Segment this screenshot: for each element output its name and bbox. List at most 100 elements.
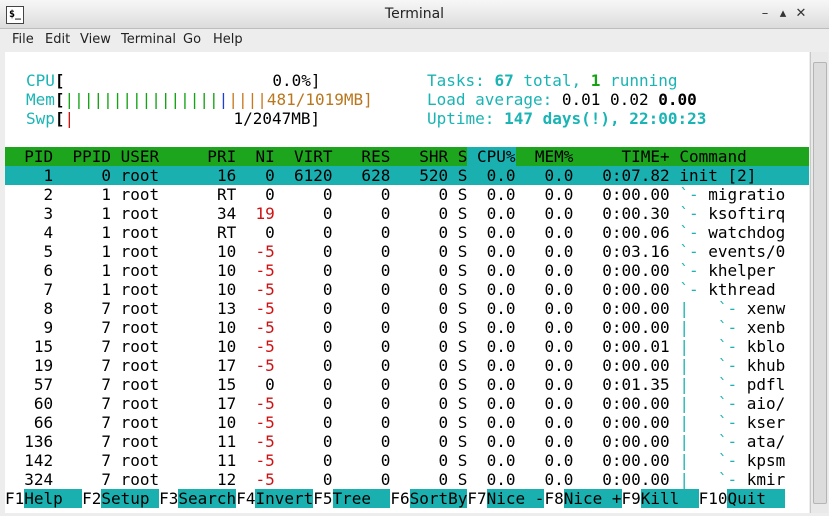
cell-ppid: 7	[53, 470, 111, 489]
fkey-f9[interactable]: F9	[622, 489, 641, 508]
fkey-f5[interactable]: F5	[313, 489, 332, 508]
menu-file[interactable]: File	[12, 32, 34, 47]
cell-shr: 520	[390, 166, 449, 185]
column-header-virt[interactable]: VIRT	[275, 147, 333, 166]
cell-ni: -5	[236, 337, 275, 356]
process-row[interactable]: 4 1 root RT 0 0 0 0 S 0.0 0.0 0:00.06 `-…	[5, 223, 786, 242]
fkey-label-f3[interactable]: Search	[178, 489, 237, 508]
column-header-user[interactable]: USER	[121, 147, 198, 166]
cell-command: pdfl	[746, 375, 786, 394]
cell-cpu: 0.0	[467, 356, 516, 375]
column-header-command[interactable]: Command	[679, 147, 746, 166]
tasks-total: 67	[494, 71, 514, 90]
fkey-f10[interactable]: F10	[699, 489, 728, 508]
process-row[interactable]: 66 7 root 10 -5 0 0 0 S 0.0 0.0 0:00.00 …	[5, 413, 785, 432]
cell-time: 0:00.00	[573, 356, 670, 375]
column-header-time[interactable]: TIME+	[573, 147, 670, 166]
maximize-icon[interactable]: ▴	[775, 6, 791, 22]
cell-pid: 136	[5, 432, 54, 451]
process-row[interactable]: 2 1 root RT 0 0 0 0 S 0.0 0.0 0:00.00 `-…	[5, 185, 786, 204]
column-header-res[interactable]: RES	[333, 147, 390, 166]
cell-time: 0:00.00	[573, 413, 670, 432]
process-row[interactable]: 136 7 root 11 -5 0 0 0 S 0.0 0.0 0:00.00…	[5, 432, 785, 451]
cell-time: 0:07.82	[573, 166, 670, 185]
cell-ppid: 1	[53, 261, 111, 280]
process-row[interactable]: 142 7 root 11 -5 0 0 0 S 0.0 0.0 0:00.00…	[5, 451, 785, 470]
column-header-pid[interactable]: PID	[5, 147, 53, 166]
terminal-area[interactable]: CPU[0.0%] Mem[|||||||||||||||||||||481/1…	[5, 52, 809, 513]
cell-time: 0:00.00	[573, 432, 670, 451]
process-row[interactable]: 7 1 root 10 -5 0 0 0 S 0.0 0.0 0:00.00 `…	[5, 280, 776, 299]
column-header-pri[interactable]: PRI	[198, 147, 236, 166]
process-row[interactable]: 3 1 root 34 19 0 0 0 S 0.0 0.0 0:00.30 `…	[5, 204, 786, 223]
menu-view[interactable]: View	[80, 32, 111, 47]
fkey-f4[interactable]: F4	[236, 489, 255, 508]
process-row[interactable]: 57 7 root 15 0 0 0 0 S 0.0 0.0 0:01.35 |…	[5, 375, 785, 394]
vertical-scrollbar[interactable]	[810, 52, 828, 513]
cell-mem: 0.0	[515, 356, 574, 375]
cell-time: 0:00.00	[573, 280, 670, 299]
cell-gap	[670, 185, 680, 204]
process-row[interactable]: 5 1 root 10 -5 0 0 0 S 0.0 0.0 0:03.16 `…	[5, 242, 786, 261]
process-row[interactable]: 9 7 root 10 -5 0 0 0 S 0.0 0.0 0:00.00 |…	[5, 318, 786, 337]
column-header-mem[interactable]: MEM%	[516, 147, 574, 166]
title-bar[interactable]: $_ Terminal – ▴ ✕	[0, 0, 829, 29]
menu-go[interactable]: Go	[183, 32, 201, 47]
cell-command: events/0	[708, 242, 786, 261]
fkey-label-f8[interactable]: Nice +	[563, 489, 622, 508]
column-header-ni[interactable]: NI	[236, 147, 274, 166]
column-header-ppid[interactable]: PPID	[53, 147, 111, 166]
cell-pri: 11	[197, 432, 237, 451]
fkey-label-f10[interactable]: Quit	[727, 489, 786, 508]
fkey-f2[interactable]: F2	[82, 489, 101, 508]
menu-terminal[interactable]: Terminal	[121, 32, 176, 47]
cell-virt: 0	[274, 261, 333, 280]
cell-cpu: 0.0	[467, 204, 516, 223]
process-row[interactable]: 15 7 root 10 -5 0 0 0 S 0.0 0.0 0:00.01 …	[5, 337, 785, 356]
cell-command: kblo	[746, 337, 786, 356]
cell-res: 0	[332, 470, 391, 489]
cell-ppid: 7	[53, 356, 111, 375]
fkey-label-f7[interactable]: Nice -	[486, 489, 545, 508]
cell-gap	[111, 185, 121, 204]
minimize-icon[interactable]: –	[757, 6, 773, 22]
fkey-label-f9[interactable]: Kill	[640, 489, 699, 508]
menu-help[interactable]: Help	[213, 32, 243, 47]
fkey-label-f5[interactable]: Tree	[332, 489, 391, 508]
column-header-s[interactable]: S	[448, 147, 468, 166]
cell-pri: 10	[197, 261, 237, 280]
cell-gap	[670, 204, 680, 223]
process-row[interactable]: 60 7 root 17 -5 0 0 0 S 0.0 0.0 0:00.00 …	[5, 394, 785, 413]
column-header-cpu[interactable]: CPU%	[467, 147, 516, 166]
fkey-label-f2[interactable]: Setup	[101, 489, 160, 508]
cell-gap	[111, 432, 121, 451]
close-icon[interactable]: ✕	[793, 6, 809, 22]
column-header-shr[interactable]: SHR	[390, 147, 448, 166]
cell-gap	[670, 166, 680, 185]
cell-ni: 19	[236, 204, 275, 223]
fkey-label-f4[interactable]: Invert	[255, 489, 314, 508]
swp-value: 1/2047MB]	[233, 109, 321, 128]
cell-mem: 0.0	[515, 432, 574, 451]
fkey-f8[interactable]: F8	[544, 489, 563, 508]
header-gap[interactable]	[111, 147, 121, 166]
fkey-f6[interactable]: F6	[390, 489, 409, 508]
scrollbar-thumb[interactable]	[813, 62, 827, 504]
process-row[interactable]: 324 7 root 12 -5 0 0 0 S 0.0 0.0 0:00.00…	[5, 470, 785, 489]
fkey-f7[interactable]: F7	[467, 489, 486, 508]
cell-time: 0:00.00	[573, 261, 670, 280]
process-row[interactable]: 1 0 root 16 0 6120 628 520 S 0.0 0.0 0:0…	[5, 166, 809, 185]
header-gap[interactable]	[670, 147, 680, 166]
cell-res: 0	[332, 432, 391, 451]
cell-ppid: 7	[53, 299, 111, 318]
fkey-label-f6[interactable]: SortBy	[409, 489, 468, 508]
process-row[interactable]: 19 7 root 17 -5 0 0 0 S 0.0 0.0 0:00.00 …	[5, 356, 785, 375]
menu-edit[interactable]: Edit	[45, 32, 70, 47]
cell-virt: 0	[274, 356, 333, 375]
process-row[interactable]: 8 7 root 13 -5 0 0 0 S 0.0 0.0 0:00.00 |…	[5, 299, 786, 318]
cell-mem: 0.0	[515, 413, 574, 432]
fkey-f1[interactable]: F1	[5, 489, 24, 508]
fkey-f3[interactable]: F3	[159, 489, 178, 508]
process-row[interactable]: 6 1 root 10 -5 0 0 0 S 0.0 0.0 0:00.00 `…	[5, 261, 776, 280]
fkey-label-f1[interactable]: Help	[24, 489, 83, 508]
